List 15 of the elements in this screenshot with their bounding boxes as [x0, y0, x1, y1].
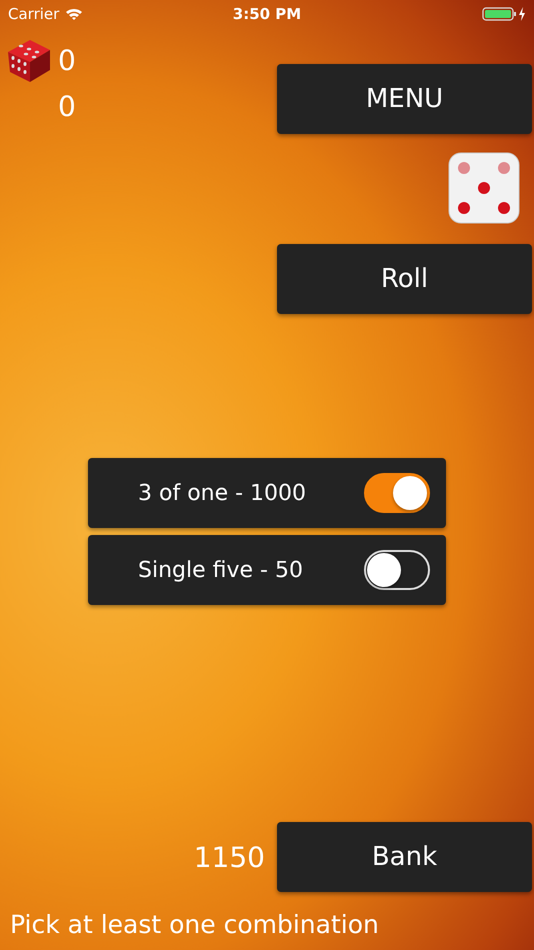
combination-label: Single five - 50	[138, 558, 303, 582]
battery-icon	[482, 6, 526, 22]
toggle-switch[interactable]	[364, 473, 430, 513]
score-value: 0	[58, 44, 77, 76]
bank-total: 1150	[194, 840, 265, 874]
combination-label: 3 of one - 1000	[138, 480, 306, 506]
score-value: 0	[58, 90, 77, 123]
roll-button[interactable]: Roll	[277, 244, 532, 314]
menu-button[interactable]: MENU	[277, 64, 532, 134]
dice-icon	[448, 152, 520, 224]
status-message: Pick at least one combination	[9, 909, 380, 939]
status-time: 3:50 PM	[232, 5, 302, 23]
wifi-icon	[65, 7, 84, 21]
carrier-name: Carrier	[8, 5, 60, 23]
bank-button[interactable]: Bank	[277, 822, 532, 892]
